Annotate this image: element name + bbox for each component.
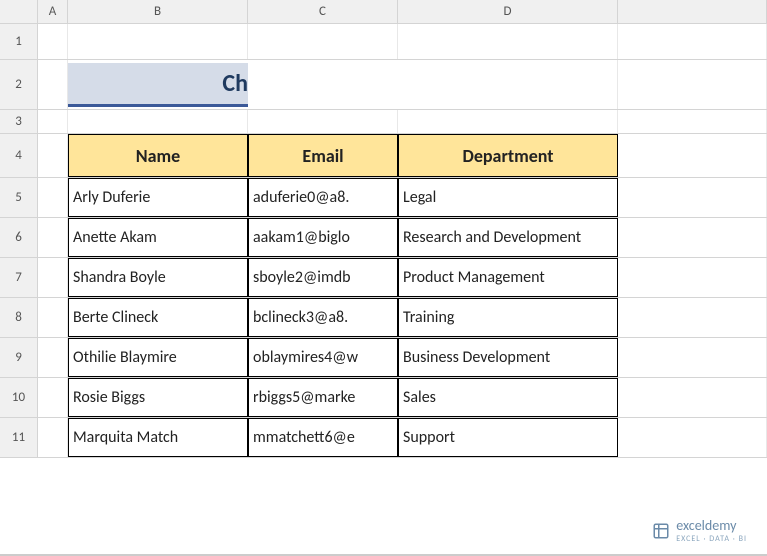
cell-a7[interactable] [38, 258, 68, 297]
cell-email[interactable]: sboyle2@imdb [248, 258, 398, 297]
row-9: 9 Othilie Blaymire oblaymires4@w Busines… [0, 338, 767, 378]
cell-email[interactable]: bclineck3@a8. [248, 298, 398, 337]
column-header-e[interactable] [618, 0, 767, 23]
cell-department[interactable]: Business Development [398, 338, 618, 377]
column-header-a[interactable]: A [38, 0, 68, 23]
cell-department[interactable]: Sales [398, 378, 618, 417]
cell-b1[interactable] [68, 24, 248, 59]
row-header-10[interactable]: 10 [0, 378, 38, 417]
cell-e1[interactable] [618, 24, 767, 59]
cell-name[interactable]: Shandra Boyle [68, 258, 248, 297]
row-header-8[interactable]: 8 [0, 298, 38, 337]
cell-a6[interactable] [38, 218, 68, 257]
cell-name[interactable]: Anette Akam [68, 218, 248, 257]
cell-e3[interactable] [618, 110, 767, 133]
cell-a11[interactable] [38, 418, 68, 457]
column-header-c[interactable]: C [248, 0, 398, 23]
header-department[interactable]: Department [398, 134, 618, 177]
cell-name[interactable]: Berte Clineck [68, 298, 248, 337]
cell-e9[interactable] [618, 338, 767, 377]
cell-email[interactable]: aduferie0@a8. [248, 178, 398, 217]
cell-b3[interactable] [68, 110, 248, 133]
cell-e8[interactable] [618, 298, 767, 337]
cell-e7[interactable] [618, 258, 767, 297]
header-email[interactable]: Email [248, 134, 398, 177]
cell-name[interactable]: Arly Duferie [68, 178, 248, 217]
watermark-text: exceldemy [676, 517, 736, 534]
row-10: 10 Rosie Biggs rbiggs5@marke Sales [0, 378, 767, 418]
cell-a10[interactable] [38, 378, 68, 417]
column-header-b[interactable]: B [68, 0, 248, 23]
cell-email[interactable]: mmatchett6@e [248, 418, 398, 457]
page-title: Change Cell Size in Excel [68, 63, 248, 107]
row-8: 8 Berte Clineck bclineck3@a8. Training [0, 298, 767, 338]
cell-c3[interactable] [248, 110, 398, 133]
cell-d2[interactable] [398, 60, 618, 109]
row-11: 11 Marquita Match mmatchett6@e Support [0, 418, 767, 458]
cell-name[interactable]: Marquita Match [68, 418, 248, 457]
column-header-d[interactable]: D [398, 0, 618, 23]
row-header-11[interactable]: 11 [0, 418, 38, 457]
cell-e5[interactable] [618, 178, 767, 217]
column-headers: A B C D [0, 0, 767, 24]
cell-e10[interactable] [618, 378, 767, 417]
row-6: 6 Anette Akam aakam1@biglo Research and … [0, 218, 767, 258]
cell-department[interactable]: Training [398, 298, 618, 337]
row-header-5[interactable]: 5 [0, 178, 38, 217]
cell-a4[interactable] [38, 134, 68, 177]
cell-department[interactable]: Research and Development [398, 218, 618, 257]
header-name[interactable]: Name [68, 134, 248, 177]
cell-d3[interactable] [398, 110, 618, 133]
cell-name[interactable]: Rosie Biggs [68, 378, 248, 417]
row-header-4[interactable]: 4 [0, 134, 38, 177]
exceldemy-icon [652, 522, 670, 540]
row-header-9[interactable]: 9 [0, 338, 38, 377]
cell-department[interactable]: Legal [398, 178, 618, 217]
row-header-6[interactable]: 6 [0, 218, 38, 257]
cell-a2[interactable] [38, 60, 68, 109]
row-5: 5 Arly Duferie aduferie0@a8. Legal [0, 178, 767, 218]
cell-e6[interactable] [618, 218, 767, 257]
watermark-sub: EXCEL · DATA · BI [676, 534, 747, 544]
row-4: 4 Name Email Department [0, 134, 767, 178]
cell-department[interactable]: Support [398, 418, 618, 457]
select-all-corner[interactable] [0, 0, 38, 23]
cell-c2[interactable] [248, 60, 398, 109]
cell-a9[interactable] [38, 338, 68, 377]
row-header-7[interactable]: 7 [0, 258, 38, 297]
cell-c1[interactable] [248, 24, 398, 59]
cell-email[interactable]: rbiggs5@marke [248, 378, 398, 417]
cell-a5[interactable] [38, 178, 68, 217]
cell-a3[interactable] [38, 110, 68, 133]
cell-a1[interactable] [38, 24, 68, 59]
row-3: 3 [0, 110, 767, 134]
cell-name[interactable]: Othilie Blaymire [68, 338, 248, 377]
watermark: exceldemy EXCEL · DATA · BI [652, 517, 747, 544]
row-2: 2 Change Cell Size in Excel [0, 60, 767, 110]
row-header-3[interactable]: 3 [0, 110, 38, 133]
spreadsheet-grid: A B C D 1 2 Change Cell Size in Excel 3 … [0, 0, 767, 556]
row-1: 1 [0, 24, 767, 60]
cell-email[interactable]: oblaymires4@w [248, 338, 398, 377]
cell-d1[interactable] [398, 24, 618, 59]
cell-e2[interactable] [618, 60, 767, 109]
cell-a8[interactable] [38, 298, 68, 337]
row-header-1[interactable]: 1 [0, 24, 38, 59]
cell-b2[interactable]: Change Cell Size in Excel [68, 60, 248, 109]
row-header-2[interactable]: 2 [0, 60, 38, 109]
cell-e4[interactable] [618, 134, 767, 177]
cell-e11[interactable] [618, 418, 767, 457]
cell-department[interactable]: Product Management [398, 258, 618, 297]
cell-email[interactable]: aakam1@biglo [248, 218, 398, 257]
row-7: 7 Shandra Boyle sboyle2@imdb Product Man… [0, 258, 767, 298]
